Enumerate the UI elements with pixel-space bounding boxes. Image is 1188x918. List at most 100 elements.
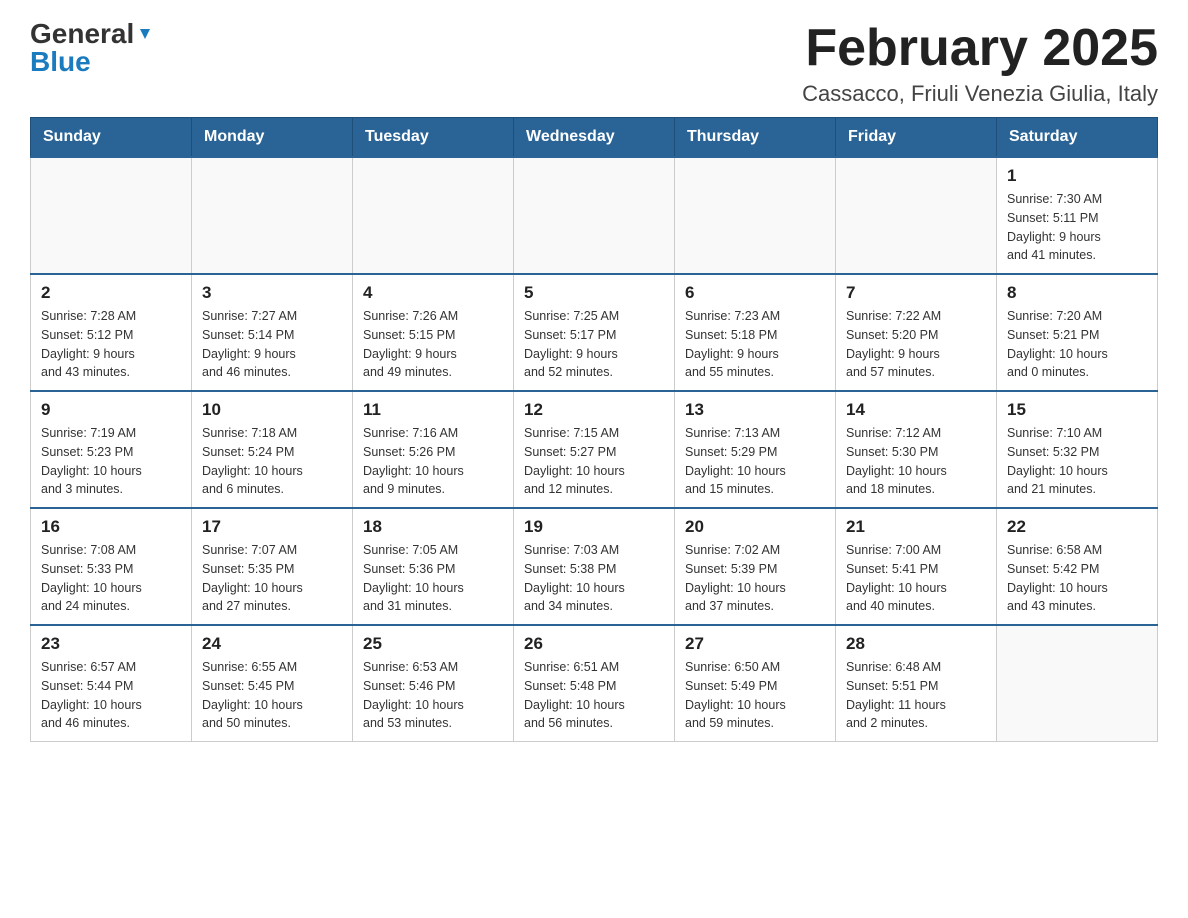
table-row — [31, 157, 192, 274]
table-row: 18 Sunrise: 7:05 AM Sunset: 5:36 PM Dayli… — [353, 508, 514, 625]
table-row: 24 Sunrise: 6:55 AM Sunset: 5:45 PM Dayli… — [192, 625, 353, 742]
day-number: 17 — [202, 517, 342, 537]
header-monday: Monday — [192, 118, 353, 158]
logo-general: General — [30, 20, 134, 48]
day-number: 20 — [685, 517, 825, 537]
calendar-week-row: 23 Sunrise: 6:57 AM Sunset: 5:44 PM Dayli… — [31, 625, 1158, 742]
day-info: Sunrise: 7:19 AM Sunset: 5:23 PM Dayligh… — [41, 424, 181, 499]
table-row: 12 Sunrise: 7:15 AM Sunset: 5:27 PM Dayli… — [514, 391, 675, 508]
page-header: General Blue February 2025 Cassacco, Fri… — [30, 20, 1158, 107]
day-number: 4 — [363, 283, 503, 303]
day-number: 13 — [685, 400, 825, 420]
table-row: 26 Sunrise: 6:51 AM Sunset: 5:48 PM Dayli… — [514, 625, 675, 742]
table-row: 9 Sunrise: 7:19 AM Sunset: 5:23 PM Daylig… — [31, 391, 192, 508]
table-row: 3 Sunrise: 7:27 AM Sunset: 5:14 PM Daylig… — [192, 274, 353, 391]
day-info: Sunrise: 7:15 AM Sunset: 5:27 PM Dayligh… — [524, 424, 664, 499]
table-row: 15 Sunrise: 7:10 AM Sunset: 5:32 PM Dayli… — [997, 391, 1158, 508]
day-info: Sunrise: 6:51 AM Sunset: 5:48 PM Dayligh… — [524, 658, 664, 733]
day-number: 18 — [363, 517, 503, 537]
table-row: 22Sunrise: 6:58 AM Sunset: 5:42 PM Dayli… — [997, 508, 1158, 625]
day-info: Sunrise: 7:03 AM Sunset: 5:38 PM Dayligh… — [524, 541, 664, 616]
calendar-week-row: 2 Sunrise: 7:28 AM Sunset: 5:12 PM Daylig… — [31, 274, 1158, 391]
table-row: 14 Sunrise: 7:12 AM Sunset: 5:30 PM Dayli… — [836, 391, 997, 508]
day-number: 22 — [1007, 517, 1147, 537]
table-row: 17 Sunrise: 7:07 AM Sunset: 5:35 PM Dayli… — [192, 508, 353, 625]
day-number: 26 — [524, 634, 664, 654]
day-info: Sunrise: 7:27 AM Sunset: 5:14 PM Dayligh… — [202, 307, 342, 382]
day-number: 19 — [524, 517, 664, 537]
day-number: 9 — [41, 400, 181, 420]
day-number: 6 — [685, 283, 825, 303]
title-block: February 2025 Cassacco, Friuli Venezia G… — [802, 20, 1158, 107]
location-title: Cassacco, Friuli Venezia Giulia, Italy — [802, 81, 1158, 107]
table-row: 21 Sunrise: 7:00 AM Sunset: 5:41 PM Dayli… — [836, 508, 997, 625]
day-number: 15 — [1007, 400, 1147, 420]
table-row: 27 Sunrise: 6:50 AM Sunset: 5:49 PM Dayli… — [675, 625, 836, 742]
table-row — [836, 157, 997, 274]
header-saturday: Saturday — [997, 118, 1158, 158]
table-row: 28Sunrise: 6:48 AM Sunset: 5:51 PM Dayli… — [836, 625, 997, 742]
day-number: 2 — [41, 283, 181, 303]
table-row: 25Sunrise: 6:53 AM Sunset: 5:46 PM Dayli… — [353, 625, 514, 742]
day-number: 10 — [202, 400, 342, 420]
day-info: Sunrise: 7:02 AM Sunset: 5:39 PM Dayligh… — [685, 541, 825, 616]
day-info: Sunrise: 6:55 AM Sunset: 5:45 PM Dayligh… — [202, 658, 342, 733]
logo-arrow-icon — [136, 25, 154, 43]
table-row: 5 Sunrise: 7:25 AM Sunset: 5:17 PM Daylig… — [514, 274, 675, 391]
day-info: Sunrise: 7:13 AM Sunset: 5:29 PM Dayligh… — [685, 424, 825, 499]
day-number: 11 — [363, 400, 503, 420]
day-number: 7 — [846, 283, 986, 303]
day-number: 1 — [1007, 166, 1147, 186]
table-row: 2 Sunrise: 7:28 AM Sunset: 5:12 PM Daylig… — [31, 274, 192, 391]
calendar-week-row: 9 Sunrise: 7:19 AM Sunset: 5:23 PM Daylig… — [31, 391, 1158, 508]
day-number: 27 — [685, 634, 825, 654]
header-thursday: Thursday — [675, 118, 836, 158]
day-info: Sunrise: 7:00 AM Sunset: 5:41 PM Dayligh… — [846, 541, 986, 616]
weekday-header-row: Sunday Monday Tuesday Wednesday Thursday… — [31, 118, 1158, 158]
table-row: 1 Sunrise: 7:30 AM Sunset: 5:11 PM Daylig… — [997, 157, 1158, 274]
calendar-week-row: 16Sunrise: 7:08 AM Sunset: 5:33 PM Dayli… — [31, 508, 1158, 625]
day-info: Sunrise: 7:18 AM Sunset: 5:24 PM Dayligh… — [202, 424, 342, 499]
day-number: 8 — [1007, 283, 1147, 303]
day-number: 3 — [202, 283, 342, 303]
day-number: 24 — [202, 634, 342, 654]
table-row: 20 Sunrise: 7:02 AM Sunset: 5:39 PM Dayli… — [675, 508, 836, 625]
day-info: Sunrise: 7:26 AM Sunset: 5:15 PM Dayligh… — [363, 307, 503, 382]
day-info: Sunrise: 7:25 AM Sunset: 5:17 PM Dayligh… — [524, 307, 664, 382]
day-number: 14 — [846, 400, 986, 420]
table-row — [675, 157, 836, 274]
day-info: Sunrise: 6:50 AM Sunset: 5:49 PM Dayligh… — [685, 658, 825, 733]
day-info: Sunrise: 7:23 AM Sunset: 5:18 PM Dayligh… — [685, 307, 825, 382]
table-row: 7 Sunrise: 7:22 AM Sunset: 5:20 PM Daylig… — [836, 274, 997, 391]
day-info: Sunrise: 7:05 AM Sunset: 5:36 PM Dayligh… — [363, 541, 503, 616]
logo-blue: Blue — [30, 48, 91, 76]
calendar-table: Sunday Monday Tuesday Wednesday Thursday… — [30, 117, 1158, 742]
day-number: 12 — [524, 400, 664, 420]
day-info: Sunrise: 7:22 AM Sunset: 5:20 PM Dayligh… — [846, 307, 986, 382]
day-info: Sunrise: 6:48 AM Sunset: 5:51 PM Dayligh… — [846, 658, 986, 733]
table-row — [353, 157, 514, 274]
day-number: 16 — [41, 517, 181, 537]
day-info: Sunrise: 6:57 AM Sunset: 5:44 PM Dayligh… — [41, 658, 181, 733]
day-info: Sunrise: 7:10 AM Sunset: 5:32 PM Dayligh… — [1007, 424, 1147, 499]
day-number: 5 — [524, 283, 664, 303]
day-number: 25 — [363, 634, 503, 654]
header-wednesday: Wednesday — [514, 118, 675, 158]
day-info: Sunrise: 7:07 AM Sunset: 5:35 PM Dayligh… — [202, 541, 342, 616]
table-row: 16Sunrise: 7:08 AM Sunset: 5:33 PM Dayli… — [31, 508, 192, 625]
month-title: February 2025 — [802, 20, 1158, 77]
table-row — [514, 157, 675, 274]
day-number: 23 — [41, 634, 181, 654]
table-row: 19 Sunrise: 7:03 AM Sunset: 5:38 PM Dayli… — [514, 508, 675, 625]
logo: General Blue — [30, 20, 154, 76]
table-row — [997, 625, 1158, 742]
day-number: 21 — [846, 517, 986, 537]
table-row: 10 Sunrise: 7:18 AM Sunset: 5:24 PM Dayli… — [192, 391, 353, 508]
table-row: 6 Sunrise: 7:23 AM Sunset: 5:18 PM Daylig… — [675, 274, 836, 391]
day-info: Sunrise: 7:12 AM Sunset: 5:30 PM Dayligh… — [846, 424, 986, 499]
day-info: Sunrise: 7:30 AM Sunset: 5:11 PM Dayligh… — [1007, 190, 1147, 265]
table-row: 11Sunrise: 7:16 AM Sunset: 5:26 PM Dayli… — [353, 391, 514, 508]
header-tuesday: Tuesday — [353, 118, 514, 158]
table-row: 4 Sunrise: 7:26 AM Sunset: 5:15 PM Daylig… — [353, 274, 514, 391]
day-info: Sunrise: 7:28 AM Sunset: 5:12 PM Dayligh… — [41, 307, 181, 382]
